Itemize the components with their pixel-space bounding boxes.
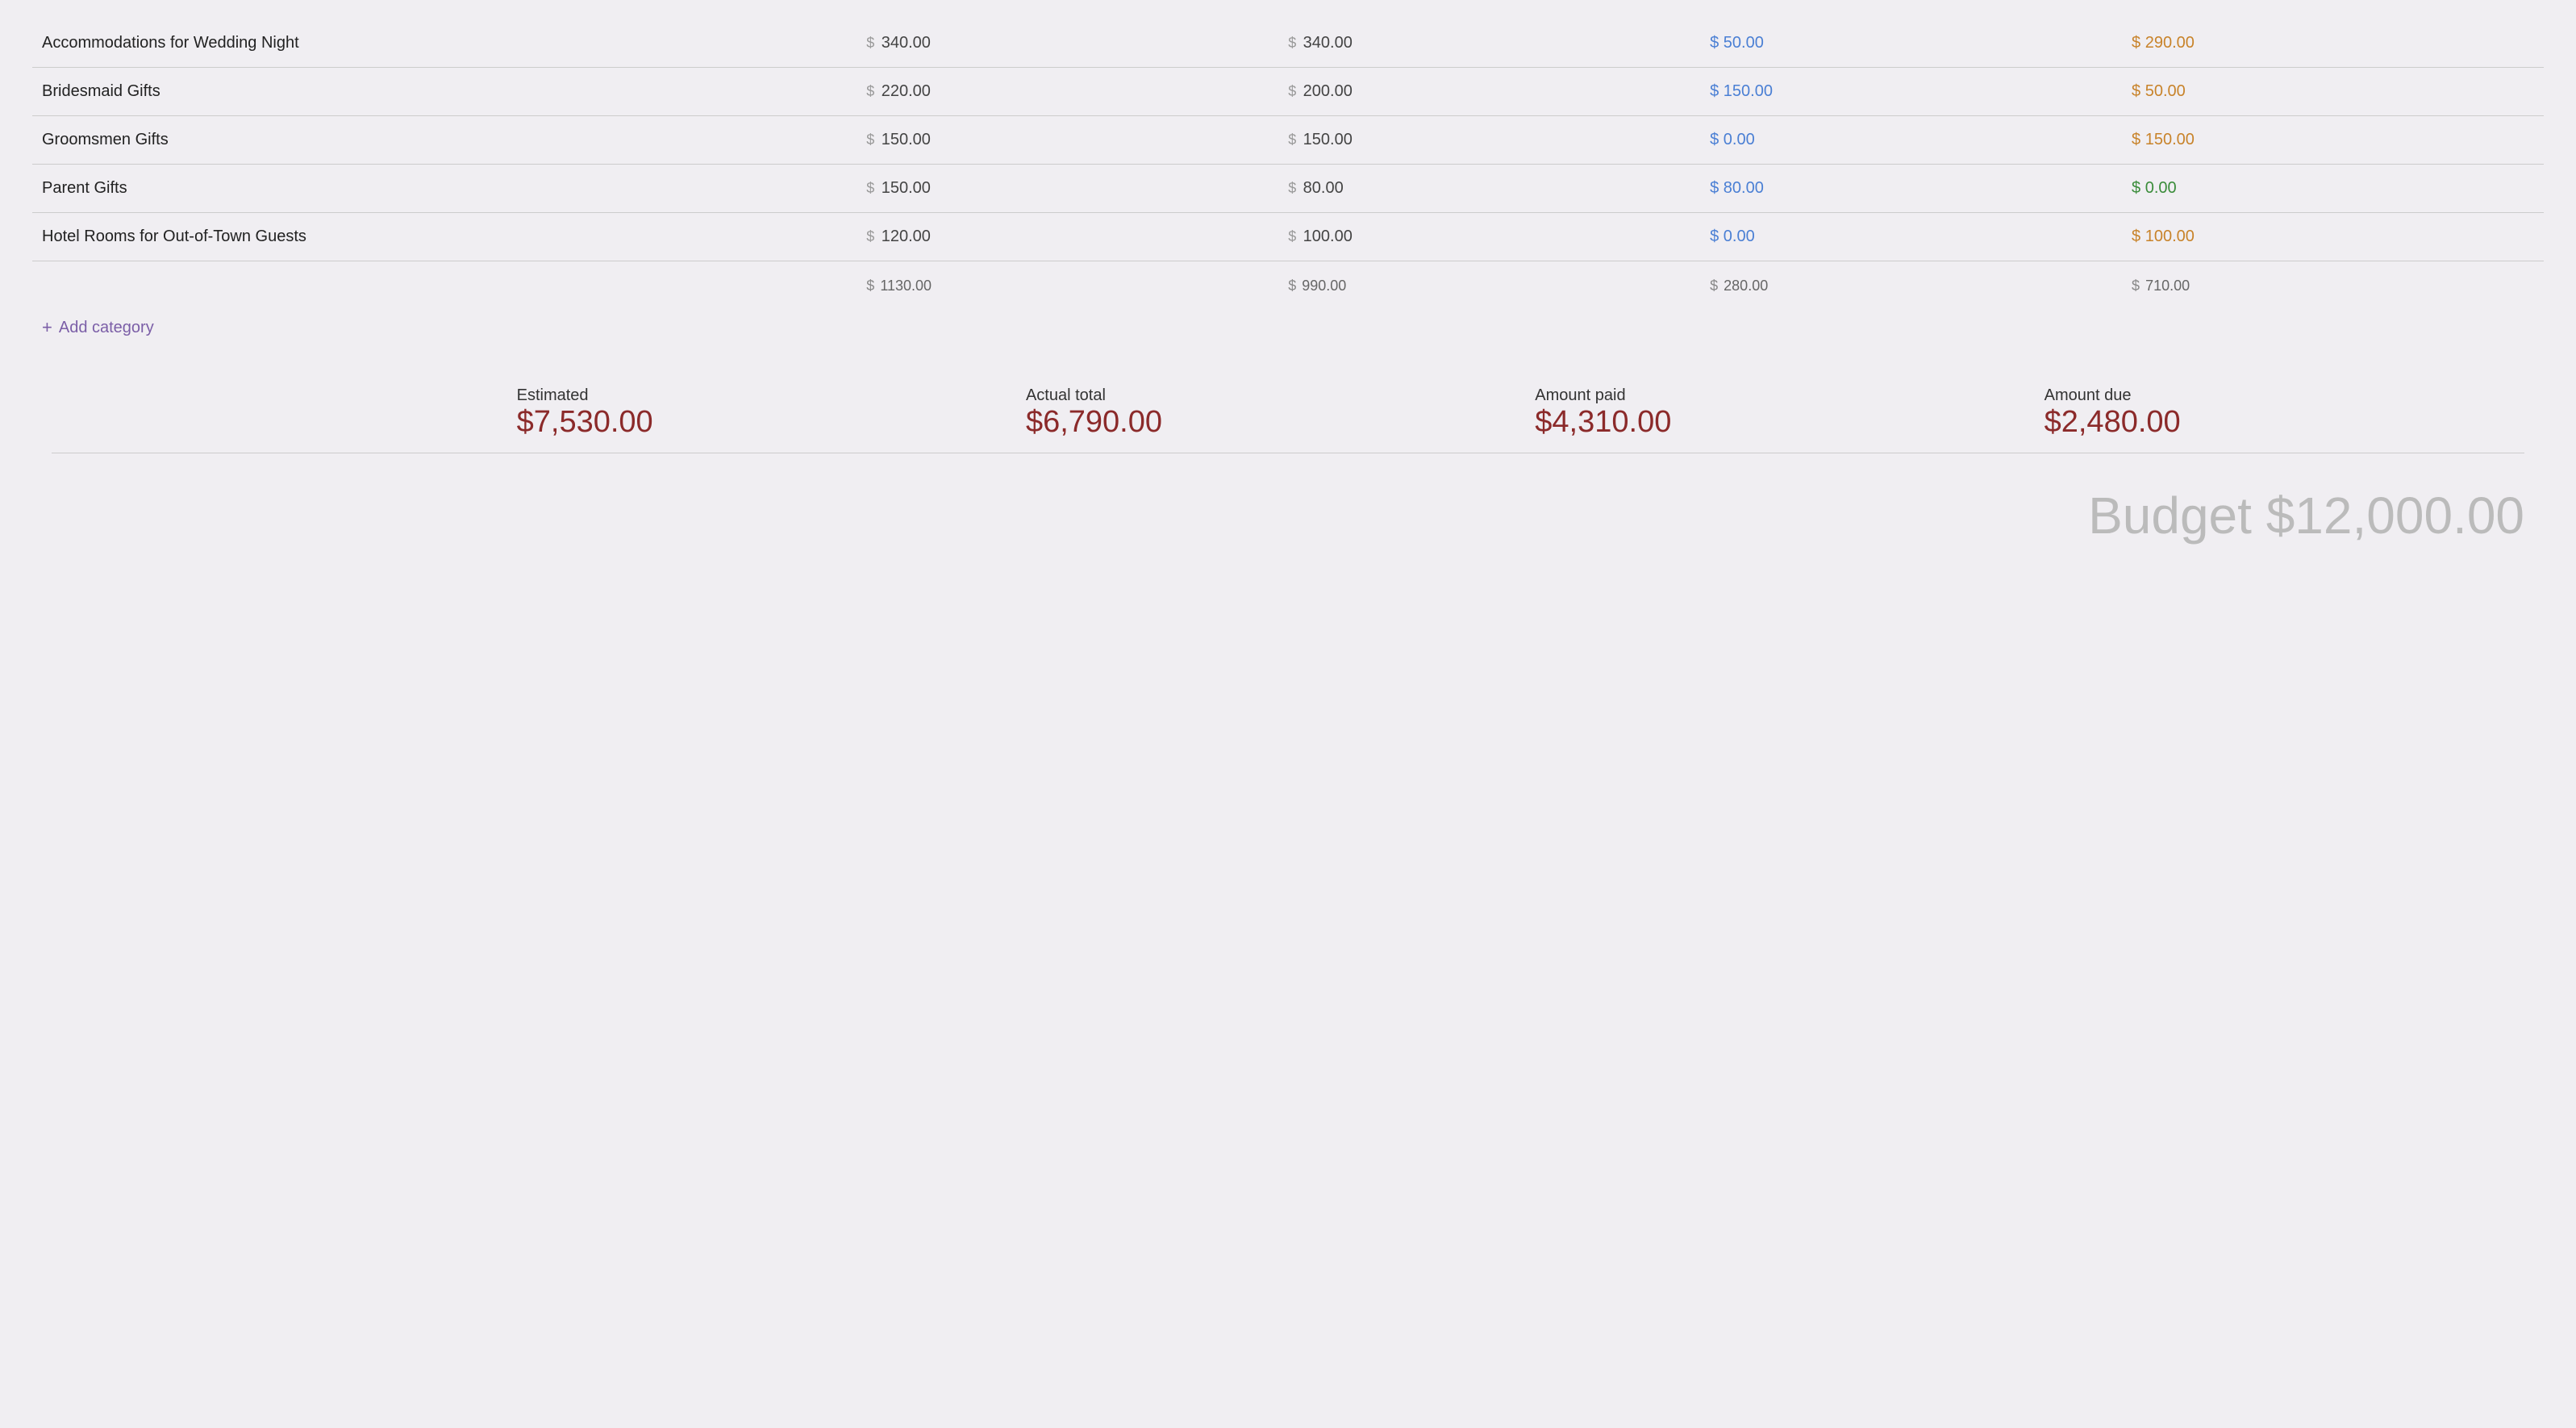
estimated-cell: $ 150.00 [857,165,1278,213]
due-cell: $ 100.00 [2122,213,2544,261]
actual-amount: 150.00 [1303,131,1353,148]
actual-amount: 200.00 [1303,82,1353,100]
plus-icon: + [42,317,52,338]
paid-label: Amount paid [1535,386,2024,405]
actual-amount: 100.00 [1303,228,1353,245]
currency-symbol: $ [866,228,874,244]
estimated-amount: 120.00 [882,228,931,245]
estimated-cell: $ 340.00 [857,19,1278,68]
add-category-button[interactable]: + Add category [42,317,154,338]
total-actual: $ 990.00 [1278,261,1700,302]
paid-cell: $ 50.00 [1700,19,2122,68]
category-name: Accommodations for Wedding Night [32,19,857,68]
paid-cell: $ 0.00 [1700,213,2122,261]
paid-value: $4,310.00 [1535,405,2024,440]
due-amount: $ 0.00 [2132,179,2177,197]
category-name: Parent Gifts [32,165,857,213]
due-cell: $ 290.00 [2122,19,2544,68]
estimated-cell: $ 220.00 [857,68,1278,116]
paid-cell: $ 80.00 [1700,165,2122,213]
estimated-cell: $ 150.00 [857,116,1278,165]
paid-cell: $ 0.00 [1700,116,2122,165]
paid-amount: $ 50.00 [1710,34,1764,52]
budget-display: Budget $12,000.00 [2088,486,2524,545]
budget-table: Accommodations for Wedding Night $ 340.0… [32,19,2544,354]
add-category-label: Add category [59,319,154,337]
actual-amount: 80.00 [1303,179,1344,197]
currency-symbol: $ [1288,180,1296,196]
table-row: Accommodations for Wedding Night $ 340.0… [32,19,2544,68]
actual-label: Actual total [1026,386,1515,405]
currency-symbol: $ [1288,35,1296,51]
table-row: Hotel Rooms for Out-of-Town Guests $ 120… [32,213,2544,261]
due-cell: $ 150.00 [2122,116,2544,165]
currency-symbol: $ [866,83,874,99]
due-amount: $ 150.00 [2132,131,2195,148]
due-cell: $ 0.00 [2122,165,2544,213]
actual-amount: 340.00 [1303,34,1353,52]
due-amount: $ 50.00 [2132,82,2186,100]
summary-section: Estimated $7,530.00 Actual total $6,790.… [32,367,2544,558]
estimated-value: $7,530.00 [517,405,1007,440]
actual-cell: $ 200.00 [1278,68,1700,116]
summary-table: Estimated $7,530.00 Actual total $6,790.… [32,380,2544,558]
estimated-amount: 150.00 [882,131,931,148]
actual-cell: $ 150.00 [1278,116,1700,165]
add-category-row: + Add category [32,301,2544,354]
due-label: Amount due [2045,386,2534,405]
category-name: Groomsmen Gifts [32,116,857,165]
currency-symbol: $ [1288,228,1296,244]
due-value: $2,480.00 [2045,405,2534,440]
totals-row: $ 1130.00 $ 990.00 $ 280.00 $ 710.00 [32,261,2544,302]
category-name: Bridesmaid Gifts [32,68,857,116]
estimated-amount: 340.00 [882,34,931,52]
estimated-amount: 220.00 [882,82,931,100]
paid-cell: $ 150.00 [1700,68,2122,116]
actual-cell: $ 340.00 [1278,19,1700,68]
actual-value: $6,790.00 [1026,405,1515,440]
total-due: $ 710.00 [2122,261,2544,302]
total-paid: $ 280.00 [1700,261,2122,302]
estimated-cell: $ 120.00 [857,213,1278,261]
table-row: Bridesmaid Gifts $ 220.00 $ 200.00 $ 150… [32,68,2544,116]
paid-amount: $ 150.00 [1710,82,1773,100]
currency-symbol: $ [1288,83,1296,99]
table-row: Parent Gifts $ 150.00 $ 80.00 $ 80.00 $ … [32,165,2544,213]
total-estimated: $ 1130.00 [857,261,1278,302]
due-amount: $ 290.00 [2132,34,2195,52]
table-row: Groomsmen Gifts $ 150.00 $ 150.00 $ 0.00… [32,116,2544,165]
estimated-amount: 150.00 [882,179,931,197]
currency-symbol: $ [866,180,874,196]
category-name: Hotel Rooms for Out-of-Town Guests [32,213,857,261]
paid-amount: $ 0.00 [1710,228,1755,245]
estimated-label: Estimated [517,386,1007,405]
due-amount: $ 100.00 [2132,228,2195,245]
currency-symbol: $ [866,132,874,148]
due-cell: $ 50.00 [2122,68,2544,116]
actual-cell: $ 80.00 [1278,165,1700,213]
actual-cell: $ 100.00 [1278,213,1700,261]
paid-amount: $ 80.00 [1710,179,1764,197]
paid-amount: $ 0.00 [1710,131,1755,148]
currency-symbol: $ [866,35,874,51]
currency-symbol: $ [1288,132,1296,148]
